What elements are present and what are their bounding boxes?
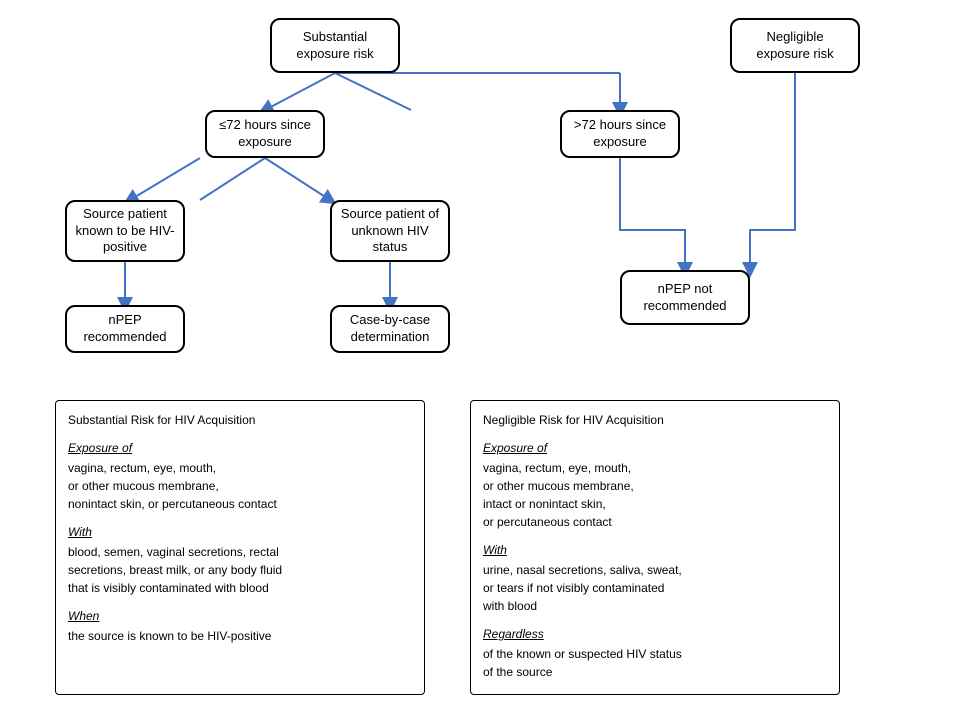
with-content-substantial: blood, semen, vaginal secretions, rectal… [68, 543, 412, 597]
regardless-content-negligible: of the known or suspected HIV statusof t… [483, 647, 682, 679]
regardless-label-negligible: Regardless [483, 625, 827, 643]
with-label-negligible: With [483, 541, 827, 559]
negligible-risk-title: Negligible Risk for HIV Acquisition [483, 411, 827, 429]
unknown-hiv-status-box: Source patient of unknown HIV status [330, 200, 450, 262]
exposure-label-negligible: Exposure of [483, 439, 827, 457]
with-content-negligible: urine, nasal secretions, saliva, sweat,o… [483, 561, 827, 615]
exposure-label-substantial: Exposure of [68, 439, 412, 457]
negligible-exposure-box: Negligible exposure risk [730, 18, 860, 73]
substantial-risk-info: Substantial Risk for HIV Acquisition Exp… [55, 400, 425, 695]
npep-recommended-box: nPEP recommended [65, 305, 185, 353]
known-hiv-positive-box: Source patient known to be HIV-positive [65, 200, 185, 262]
flowchart: Substantial exposure risk Negligible exp… [0, 0, 960, 720]
exposure-content-substantial: vagina, rectum, eye, mouth,or other muco… [68, 459, 412, 513]
when-content-substantial: the source is known to be HIV-positive [68, 629, 271, 643]
case-by-case-box: Case-by-case determination [330, 305, 450, 353]
with-label-substantial: With [68, 523, 412, 541]
gt72-box: >72 hours since exposure [560, 110, 680, 158]
substantial-risk-title: Substantial Risk for HIV Acquisition [68, 411, 412, 429]
substantial-exposure-box: Substantial exposure risk [270, 18, 400, 73]
when-label-substantial: When [68, 607, 412, 625]
le72-box: ≤72 hours since exposure [205, 110, 325, 158]
npep-not-recommended-box: nPEP not recommended [620, 270, 750, 325]
exposure-content-negligible: vagina, rectum, eye, mouth,or other muco… [483, 459, 827, 531]
negligible-risk-info: Negligible Risk for HIV Acquisition Expo… [470, 400, 840, 695]
